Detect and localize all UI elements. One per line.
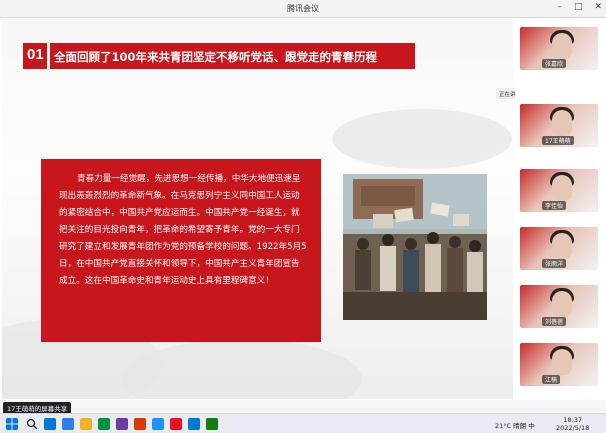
participant-tile[interactable]: 张嘉欣 xyxy=(520,27,598,70)
window-titlebar: 腾讯会议 – □ ✕ xyxy=(0,0,606,18)
app-icon[interactable] xyxy=(206,418,218,430)
participant-name: 刘蓓蓓 xyxy=(542,317,567,326)
weather-text: 21°C 晴朗 xyxy=(495,422,527,430)
section-number: 01 xyxy=(27,46,44,63)
close-icon[interactable]: ✕ xyxy=(594,2,602,12)
clock-time: 18:37 xyxy=(563,416,583,424)
participant-name: 张嘉欣 xyxy=(542,59,567,68)
maximize-icon[interactable]: □ xyxy=(574,2,583,12)
participant-tile[interactable]: 张雨洋 xyxy=(520,227,598,270)
participant-name: 张雨洋 xyxy=(542,259,567,268)
app-icon[interactable] xyxy=(170,418,182,430)
windows-start-icon[interactable] xyxy=(6,418,18,430)
participant-name: 江楠 xyxy=(542,375,561,384)
heading-divider xyxy=(47,43,50,69)
search-icon[interactable] xyxy=(26,418,38,430)
shared-slide: 01 全面回顾了100年来共青团坚定不移听党话、跟党走的青春历程 青春力量一经觉… xyxy=(2,19,513,399)
window-controls: – □ ✕ xyxy=(557,2,602,12)
participant-panel: 张嘉欣 17王萌萌 李佳怡 张雨洋 刘蓓蓓 江楠 xyxy=(515,19,606,399)
participant-name: 李佳怡 xyxy=(542,201,567,210)
weather-widget[interactable]: 21°C 晴朗 中 xyxy=(495,420,535,430)
input-method-indicator[interactable]: 中 xyxy=(528,422,535,430)
avatar xyxy=(552,349,572,375)
file-explorer-icon[interactable] xyxy=(80,418,92,430)
app-icon[interactable] xyxy=(152,418,164,430)
store-icon[interactable] xyxy=(98,418,110,430)
app-icon[interactable] xyxy=(134,418,146,430)
window-title: 腾讯会议 xyxy=(287,4,319,13)
avatar xyxy=(552,175,572,201)
app-icon[interactable] xyxy=(116,418,128,430)
participant-name: 17王萌萌 xyxy=(542,136,574,145)
clock[interactable]: 18:37 2022/5/18 xyxy=(556,416,589,432)
clock-date: 2022/5/18 xyxy=(556,424,590,432)
participant-tile[interactable]: 江楠 xyxy=(520,343,598,386)
participant-tile[interactable]: 17王萌萌 xyxy=(520,104,598,147)
taskbar: 21°C 晴朗 中 18:37 2022/5/18 xyxy=(0,413,606,433)
minimize-icon[interactable]: – xyxy=(557,2,562,12)
screen-share-bar: 17王萌萌的屏幕共享 xyxy=(0,400,606,414)
slide-heading: 全面回顾了100年来共青团坚定不移听党话、跟党走的青春历程 xyxy=(54,50,378,64)
decorative-cloud xyxy=(332,109,512,169)
historical-photo xyxy=(343,174,487,320)
avatar xyxy=(552,291,572,317)
avatar xyxy=(552,233,572,259)
slide-heading-bar: 01 全面回顾了100年来共青团坚定不移听党话、跟党走的青春历程 xyxy=(23,43,415,69)
participant-tile[interactable]: 李佳怡 xyxy=(520,169,598,212)
avatar xyxy=(552,110,572,136)
crowd-illustration xyxy=(343,174,487,320)
decorative-cloud xyxy=(122,339,362,399)
task-view-icon[interactable] xyxy=(44,418,56,430)
app-icon[interactable] xyxy=(188,418,200,430)
edge-icon[interactable] xyxy=(62,418,74,430)
slide-body-text: 青春力量一经觉醒，先进思想一经传播，中华大地便迅速呈现出轰轰烈烈的革命新气象。在… xyxy=(41,159,321,342)
avatar xyxy=(552,33,572,59)
participant-tile[interactable]: 刘蓓蓓 xyxy=(520,285,598,328)
